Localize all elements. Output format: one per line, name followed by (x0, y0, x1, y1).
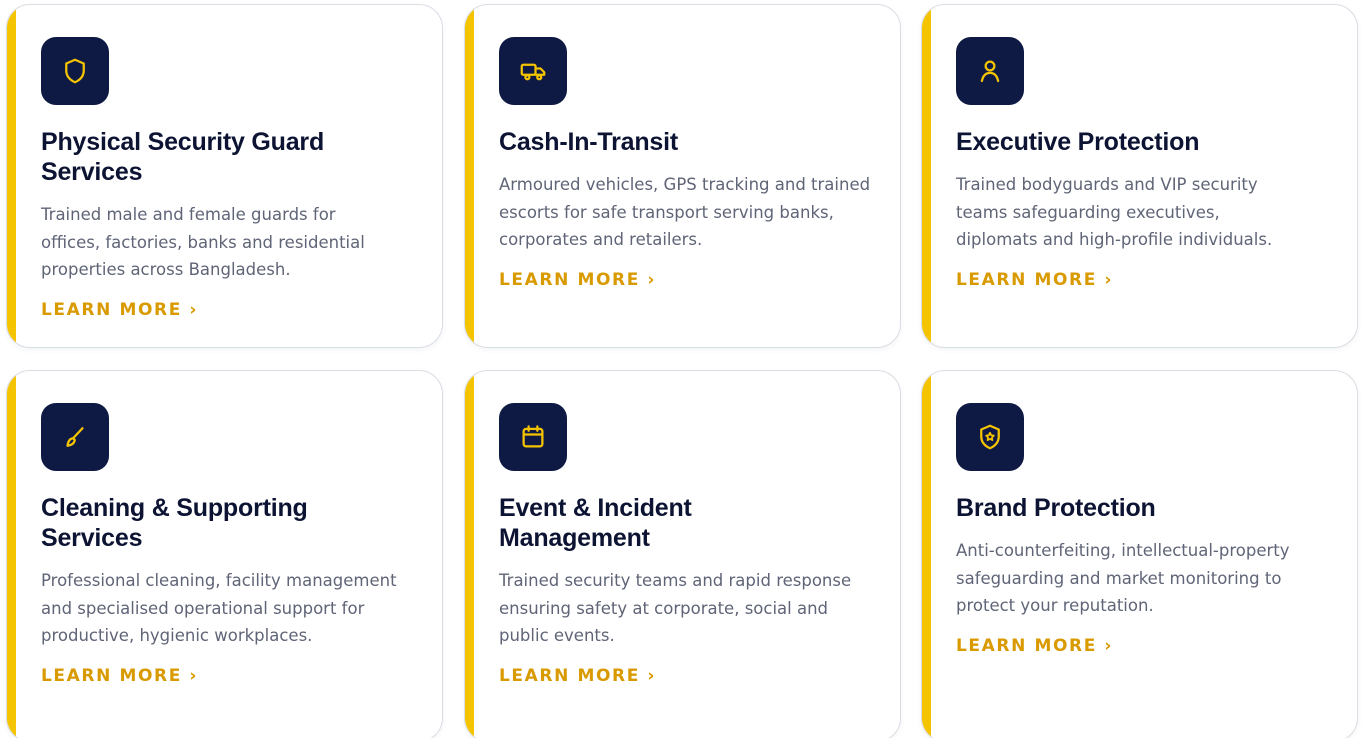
learn-more-link[interactable]: LEARN MORE › (956, 636, 1113, 656)
card-title: Brand Protection (956, 494, 1156, 522)
card-description: Professional cleaning, facility manageme… (41, 571, 397, 645)
user-icon (956, 37, 1024, 105)
service-card-cleaning[interactable]: Cleaning & Supporting Services Professio… (6, 370, 443, 738)
card-title: Executive Protection (956, 128, 1200, 156)
learn-more-link[interactable]: LEARN MORE › (956, 270, 1113, 290)
learn-more-link[interactable]: LEARN MORE › (41, 666, 198, 686)
card-accent-bar (7, 5, 16, 347)
brush-icon (41, 403, 109, 471)
card-description: Trained security teams and rapid respons… (499, 571, 852, 645)
card-title: Cash-In-Transit (499, 128, 678, 156)
service-card-event-management[interactable]: Event & Incident Management Trained secu… (464, 370, 901, 738)
card-accent-bar (922, 5, 931, 347)
card-description: Armoured vehicles, GPS tracking and trai… (499, 175, 871, 249)
service-card-executive-protection[interactable]: Executive Protection Trained bodyguards … (921, 4, 1358, 348)
learn-more-link[interactable]: LEARN MORE › (499, 666, 656, 686)
card-accent-bar (7, 371, 16, 738)
card-title: Cleaning & Supporting Services (41, 494, 308, 552)
calendar-icon (499, 403, 567, 471)
card-description: Trained bodyguards and VIP security team… (956, 175, 1273, 249)
truck-icon (499, 37, 567, 105)
services-grid: Physical Security Guard Services Trained… (0, 0, 1362, 738)
card-accent-bar (465, 371, 474, 738)
shield-icon (41, 37, 109, 105)
card-title: Event & Incident Management (499, 494, 692, 552)
learn-more-link[interactable]: LEARN MORE › (41, 300, 198, 320)
service-card-brand-protection[interactable]: Brand Protection Anti-counterfeiting, in… (921, 370, 1358, 738)
learn-more-link[interactable]: LEARN MORE › (499, 270, 656, 290)
shield-star-icon (956, 403, 1024, 471)
card-description: Anti-counterfeiting, intellectual-proper… (956, 541, 1290, 615)
card-accent-bar (922, 371, 931, 738)
card-title: Physical Security Guard Services (41, 128, 325, 186)
card-accent-bar (465, 5, 474, 347)
service-card-cash-in-transit[interactable]: Cash-In-Transit Armoured vehicles, GPS t… (464, 4, 901, 348)
service-card-physical-security[interactable]: Physical Security Guard Services Trained… (6, 4, 443, 348)
card-description: Trained male and female guards for offic… (41, 205, 365, 279)
